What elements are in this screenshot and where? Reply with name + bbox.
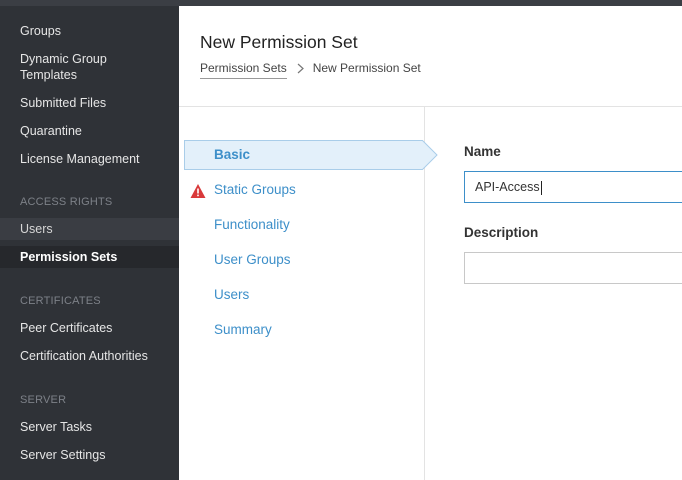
sidebar-item-label: Dynamic Group Templates: [20, 52, 107, 82]
wizard-step-users[interactable]: Users: [214, 287, 249, 302]
wizard-step-functionality[interactable]: Functionality: [214, 217, 290, 232]
wizard-step-static-groups[interactable]: Static Groups: [214, 182, 296, 197]
name-value: API-Access: [475, 180, 540, 194]
name-label: Name: [464, 144, 501, 159]
sidebar-item-label: License Management: [20, 152, 140, 166]
sidebar-item-license-management[interactable]: License Management: [0, 148, 179, 170]
sidebar-item-certification-authorities[interactable]: Certification Authorities: [0, 345, 179, 367]
sidebar-item-label: Server Settings: [20, 448, 106, 462]
sidebar-section-server: SERVER: [20, 394, 67, 406]
wizard-step-user-groups[interactable]: User Groups: [214, 252, 291, 267]
sidebar-item-label: Server Tasks: [20, 420, 93, 434]
sidebar-item-server-settings[interactable]: Server Settings: [0, 444, 179, 466]
wizard-step-basic[interactable]: Basic: [184, 140, 438, 170]
sidebar-item-label: Users: [20, 222, 53, 236]
text-caret: [540, 180, 542, 195]
sidebar-item-label: Groups: [20, 24, 61, 38]
chevron-right-icon: [297, 63, 304, 77]
sidebar-section-certificates: CERTIFICATES: [20, 295, 101, 307]
sidebar-item-permission-sets[interactable]: Permission Sets: [0, 246, 179, 268]
warning-icon: [190, 184, 206, 198]
description-label: Description: [464, 225, 539, 240]
sidebar-item-label: Certification Authorities: [20, 349, 148, 363]
sidebar-item-dynamic-group-templates[interactable]: Dynamic Group Templates: [0, 51, 140, 83]
page-title: New Permission Set: [200, 32, 358, 52]
description-field[interactable]: [464, 252, 682, 284]
name-field[interactable]: API-Access: [464, 171, 682, 203]
breadcrumb: Permission Sets New Permission Set: [200, 61, 421, 79]
wizard-step-summary[interactable]: Summary: [214, 322, 272, 337]
sidebar-item-peer-certificates[interactable]: Peer Certificates: [0, 317, 179, 339]
sidebar-item-label: Peer Certificates: [20, 321, 113, 335]
sidebar-item-label: Quarantine: [20, 124, 82, 138]
sidebar-item-label: Submitted Files: [20, 96, 107, 110]
breadcrumb-current: New Permission Set: [312, 61, 421, 75]
sidebar-item-server-tasks[interactable]: Server Tasks: [0, 416, 179, 438]
wizard-step-label: Basic: [214, 147, 251, 162]
sidebar-item-submitted-files[interactable]: Submitted Files: [0, 92, 179, 114]
sidebar: Groups Dynamic Group Templates Submitted…: [0, 6, 179, 480]
header-divider: [179, 106, 682, 107]
sidebar-item-quarantine[interactable]: Quarantine: [0, 120, 179, 142]
sidebar-item-users[interactable]: Users: [0, 218, 179, 240]
sidebar-item-label: Permission Sets: [20, 250, 118, 264]
main-panel: New Permission Set Permission Sets New P…: [179, 6, 682, 480]
breadcrumb-link-permission-sets[interactable]: Permission Sets: [200, 61, 287, 79]
sidebar-item-groups[interactable]: Groups: [0, 20, 179, 42]
sidebar-section-access-rights: ACCESS RIGHTS: [20, 196, 113, 208]
